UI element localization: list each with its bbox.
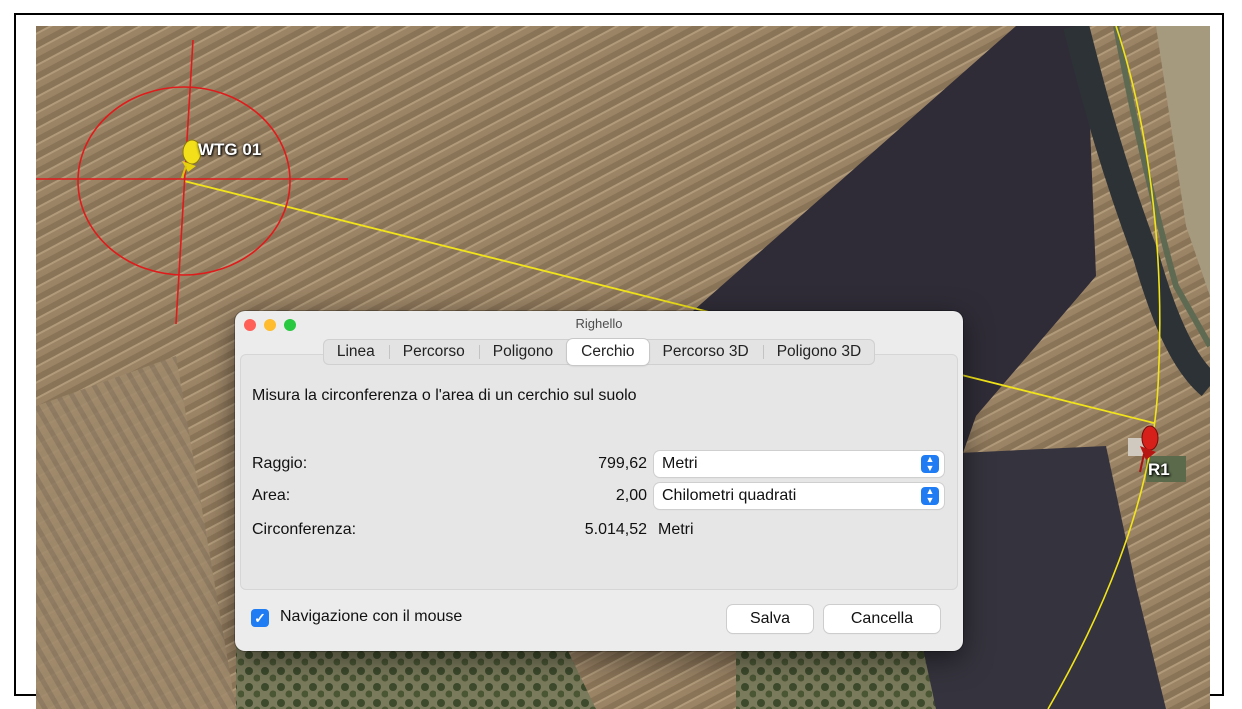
mouse-navigation-label[interactable]: Navigazione con il mouse (280, 608, 462, 626)
raggio-value: 799,62 (598, 455, 647, 472)
pin-label-r1[interactable]: R1 (1148, 460, 1170, 480)
cancel-button[interactable]: Cancella (824, 605, 940, 633)
chevron-updown-icon: ▲ ▼ (921, 455, 939, 473)
raggio-label: Raggio: (252, 455, 308, 472)
area-label: Area: (252, 487, 291, 504)
circonferenza-label: Circonferenza: (252, 521, 357, 538)
mode-tabs: Linea Percorso Poligono Cerchio Percorso… (235, 339, 963, 367)
circonferenza-unit: Metri (658, 521, 694, 538)
ruler-dialog: Righello Misura la circonferenza o l'are… (235, 311, 963, 651)
pin-label-wtg01[interactable]: WTG 01 (198, 140, 261, 160)
area-value: 2,00 (615, 487, 647, 504)
chevron-updown-icon: ▲ ▼ (921, 487, 939, 505)
tab-poligono[interactable]: Poligono (478, 339, 567, 365)
raggio-unit-select[interactable]: Metri ▲ ▼ (654, 451, 944, 477)
mouse-navigation-checkbox[interactable]: ✓ (251, 609, 269, 627)
area-unit-value: Chilometri quadrati (662, 487, 797, 504)
dialog-titlebar[interactable]: Righello (235, 311, 963, 337)
tab-linea[interactable]: Linea (323, 339, 389, 365)
measure-panel: Misura la circonferenza o l'area di un c… (240, 354, 958, 590)
circonferenza-value: 5.014,52 (584, 521, 647, 538)
save-button[interactable]: Salva (727, 605, 813, 633)
tab-poligono-3d[interactable]: Poligono 3D (762, 339, 875, 365)
tab-percorso[interactable]: Percorso (388, 339, 479, 365)
tab-percorso-3d[interactable]: Percorso 3D (649, 339, 763, 365)
raggio-unit-value: Metri (662, 455, 698, 472)
measure-description: Misura la circonferenza o l'area di un c… (252, 387, 637, 404)
dialog-title: Righello (575, 316, 623, 331)
area-unit-select[interactable]: Chilometri quadrati ▲ ▼ (654, 483, 944, 509)
tab-cerchio[interactable]: Cerchio (567, 339, 649, 365)
